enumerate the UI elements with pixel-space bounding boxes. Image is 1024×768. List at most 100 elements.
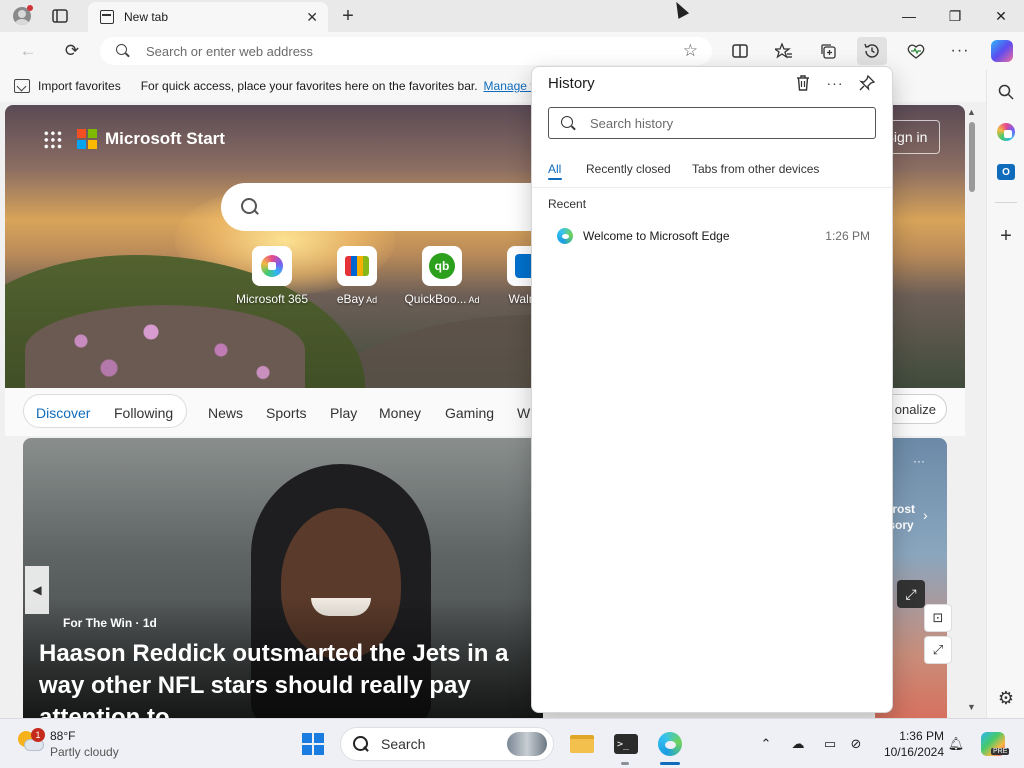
- search-icon: [116, 44, 130, 58]
- copilot-icon: [991, 40, 1013, 62]
- quick-link-tile: [252, 246, 292, 286]
- tab-close-button[interactable]: ✕: [306, 9, 318, 25]
- favorites-icon: [775, 43, 792, 59]
- expand-map-button[interactable]: ⤢: [897, 580, 925, 608]
- split-screen-icon: [732, 44, 748, 58]
- top-story-card[interactable]: ◀ For The Win · 1d Haason Reddick outsma…: [23, 438, 543, 718]
- edge-icon: [557, 228, 573, 244]
- show-hidden-icons-button[interactable]: ⌃: [756, 734, 776, 754]
- windows-logo-tile: [314, 745, 324, 755]
- ad-label: Ad: [366, 295, 378, 305]
- restore-button[interactable]: ❐: [932, 0, 978, 32]
- story-source: For The Win · 1d: [63, 616, 157, 630]
- tab-new-tab[interactable]: New tab ✕: [88, 2, 328, 32]
- back-button[interactable]: ←: [14, 37, 42, 65]
- history-tab-all[interactable]: All: [548, 162, 561, 176]
- microsoft-365-icon: [261, 255, 283, 277]
- sidebar-outlook-button[interactable]: O: [992, 158, 1020, 186]
- search-icon: [561, 115, 576, 131]
- taskbar-search-box[interactable]: Search: [340, 727, 554, 761]
- clock-time[interactable]: 1:36 PM: [878, 729, 944, 743]
- new-tab-button[interactable]: +: [334, 4, 362, 28]
- flower-field: [25, 305, 305, 393]
- copilot-button[interactable]: [987, 37, 1017, 65]
- address-input[interactable]: Search or enter web address: [146, 44, 313, 59]
- history-item[interactable]: Welcome to Microsoft Edge 1:26 PM: [540, 221, 884, 251]
- pin-history-button[interactable]: [854, 71, 880, 95]
- quick-link-microsoft-365[interactable]: Microsoft 365: [227, 246, 317, 306]
- carousel-previous-button[interactable]: ◀: [25, 566, 49, 614]
- feed-tab-gaming[interactable]: Gaming: [445, 405, 494, 421]
- expand-button[interactable]: ⤢: [924, 636, 952, 664]
- terminal-icon: >_: [614, 734, 638, 754]
- split-screen-button[interactable]: [725, 37, 755, 65]
- terminal-button[interactable]: >_: [611, 729, 641, 759]
- sidebar-microsoft-365-button[interactable]: [992, 118, 1020, 146]
- settings-and-more-button[interactable]: ···: [945, 37, 975, 65]
- search-icon: [353, 736, 369, 752]
- display-icon[interactable]: ▭: [820, 734, 840, 754]
- tab-actions-button[interactable]: [46, 4, 74, 28]
- favorites-button[interactable]: [769, 37, 799, 65]
- history-tab-recently-closed[interactable]: Recently closed: [586, 162, 671, 176]
- story-headline[interactable]: Haason Reddick outsmarted the Jets in a …: [39, 638, 539, 718]
- scroll-down-icon[interactable]: ▼: [967, 702, 976, 712]
- history-more-options-button[interactable]: ···: [822, 71, 848, 95]
- import-icon: [14, 79, 30, 93]
- windows-logo-tile: [302, 733, 312, 743]
- minimize-button[interactable]: —: [886, 0, 932, 32]
- chevron-right-icon[interactable]: ›: [923, 507, 928, 523]
- feed-tab-sports[interactable]: Sports: [266, 405, 306, 421]
- pin-icon: [859, 75, 875, 91]
- feed-tab-play[interactable]: Play: [330, 405, 357, 421]
- tab-following[interactable]: Following: [114, 405, 173, 421]
- page-scrollbar[interactable]: ▲ ▼: [964, 104, 980, 716]
- refresh-button[interactable]: ⟳: [58, 37, 86, 65]
- close-window-button[interactable]: ✕: [978, 0, 1024, 32]
- quick-link-ebay[interactable]: eBay Ad: [312, 246, 402, 306]
- quickbooks-icon: qb: [429, 253, 455, 279]
- notification-dot: [27, 5, 33, 11]
- gear-icon: ⚙: [997, 687, 1015, 708]
- history-tab-other-devices[interactable]: Tabs from other devices: [692, 162, 819, 176]
- file-explorer-button[interactable]: [567, 729, 597, 759]
- tab-discover[interactable]: Discover: [36, 405, 90, 421]
- history-button[interactable]: [857, 37, 887, 65]
- scroll-up-icon[interactable]: ▲: [967, 107, 976, 117]
- start-button[interactable]: [302, 733, 324, 755]
- import-favorites-button[interactable]: Import favorites: [38, 79, 121, 93]
- image-search-button[interactable]: ⊡: [924, 604, 952, 632]
- address-bar[interactable]: Search or enter web address ☆: [100, 37, 712, 65]
- app-launcher-icon[interactable]: [43, 130, 63, 150]
- clear-history-button[interactable]: [790, 71, 816, 95]
- image-search-icon: ⊡: [932, 610, 944, 625]
- sidebar-settings-button[interactable]: ⚙: [992, 684, 1020, 712]
- feed-tab-news[interactable]: News: [208, 405, 243, 421]
- browser-essentials-button[interactable]: [901, 37, 931, 65]
- clock-date[interactable]: 10/16/2024: [874, 745, 944, 759]
- add-favorite-star-icon[interactable]: ☆: [683, 41, 698, 61]
- quick-link-tile: qb: [422, 246, 462, 286]
- weather-temperature[interactable]: 88°F: [50, 729, 75, 743]
- microsoft-365-icon: [997, 123, 1015, 141]
- network-icon[interactable]: ⊘: [846, 734, 866, 754]
- collections-button[interactable]: [813, 37, 843, 65]
- feed-tab-weather[interactable]: W: [517, 405, 530, 421]
- card-more-icon[interactable]: ···: [913, 454, 925, 468]
- windows-taskbar: 1 88°F Partly cloudy Search >_ ⌃ ☁ ▭ ⊘ 1…: [0, 718, 1024, 768]
- quick-link-quickbooks[interactable]: qb QuickBoo... Ad: [397, 246, 487, 306]
- edge-taskbar-button[interactable]: [655, 729, 685, 759]
- sidebar-search-button[interactable]: [992, 78, 1020, 106]
- history-item-title: Welcome to Microsoft Edge: [583, 229, 730, 243]
- microsoft-start-brand[interactable]: Microsoft Start: [105, 129, 225, 149]
- history-panel: History ··· Search history All Recently …: [531, 66, 893, 713]
- cloud-sync-icon[interactable]: ☁: [788, 734, 808, 754]
- sidebar-add-button[interactable]: +: [992, 222, 1020, 250]
- weather-condition[interactable]: Partly cloudy: [50, 745, 119, 759]
- feed-tab-money[interactable]: Money: [379, 405, 421, 421]
- history-search-input[interactable]: Search history: [548, 107, 876, 139]
- notification-bell-icon[interactable]: 🔔︎: [946, 734, 966, 754]
- edge-icon: [658, 732, 682, 756]
- tab-title: New tab: [124, 10, 169, 24]
- scroll-thumb[interactable]: [969, 122, 975, 192]
